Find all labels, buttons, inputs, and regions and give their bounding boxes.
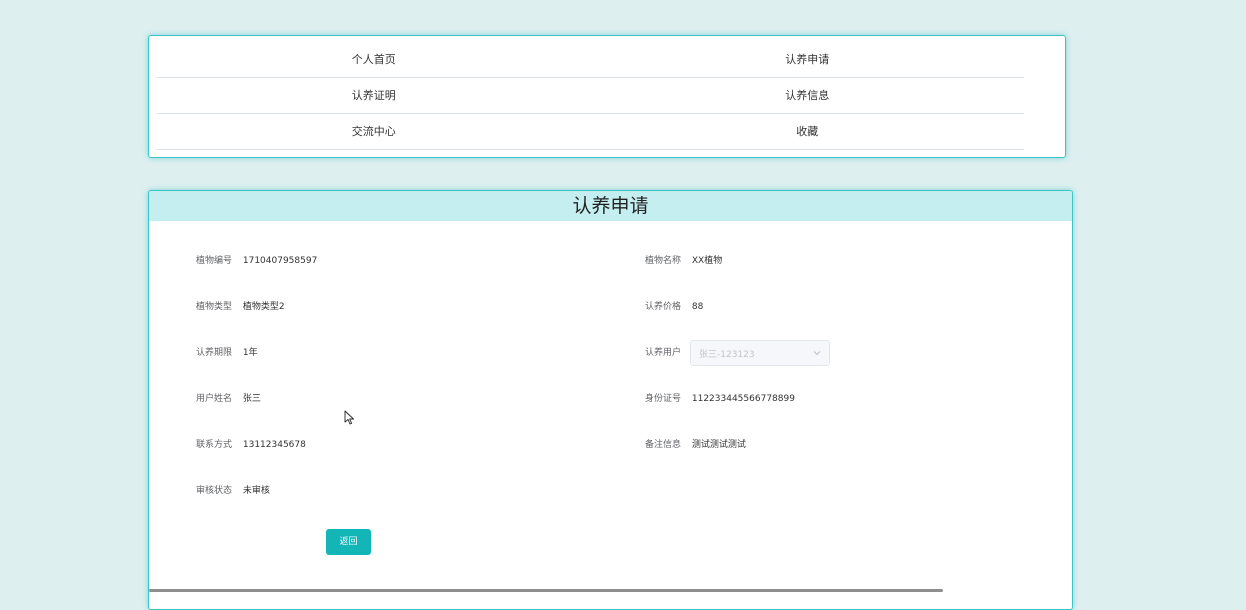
plant-type-value: 植物类型2 bbox=[242, 302, 285, 312]
field-id-card: 身份证号 112233445566778899 bbox=[645, 392, 795, 406]
field-plant-id: 植物编号 1710407958597 bbox=[196, 254, 317, 268]
field-plant-type: 植物类型 植物类型2 bbox=[196, 300, 285, 314]
status-label: 审核状态 bbox=[196, 486, 233, 496]
back-button[interactable]: 返回 bbox=[326, 529, 371, 555]
field-contact: 联系方式 13112345678 bbox=[196, 438, 306, 452]
contact-value: 13112345678 bbox=[242, 440, 306, 450]
field-price: 认养价格 88 bbox=[645, 300, 703, 314]
field-user: 认养用户 bbox=[645, 346, 689, 360]
user-name-label: 用户姓名 bbox=[196, 394, 233, 404]
price-label: 认养价格 bbox=[645, 302, 682, 312]
plant-name-label: 植物名称 bbox=[645, 256, 682, 266]
user-select[interactable]: 张三-123123 bbox=[690, 340, 830, 366]
chevron-down-icon bbox=[813, 351, 821, 356]
nav-card: 个人首页 认养申请 认养证明 认养信息 交流中心 收藏 bbox=[148, 35, 1066, 158]
id-card-label: 身份证号 bbox=[645, 394, 682, 404]
period-label: 认养期限 bbox=[196, 348, 233, 358]
nav-menu: 个人首页 认养申请 认养证明 认养信息 交流中心 收藏 bbox=[157, 42, 1024, 150]
user-name-value: 张三 bbox=[242, 394, 261, 404]
plant-id-value: 1710407958597 bbox=[242, 256, 318, 266]
user-label: 认养用户 bbox=[645, 348, 682, 358]
price-value: 88 bbox=[691, 302, 704, 312]
field-user-name: 用户姓名 张三 bbox=[196, 392, 261, 406]
adoption-form-card: 认养申请 植物编号 1710407958597 植物名称 XX植物 植物类型 植… bbox=[148, 190, 1073, 610]
period-value: 1年 bbox=[242, 348, 258, 358]
status-value: 未审核 bbox=[242, 486, 270, 496]
remark-value: 测试测试测试 bbox=[691, 440, 746, 450]
field-period: 认养期限 1年 bbox=[196, 346, 258, 360]
nav-item-adoption-info[interactable]: 认养信息 bbox=[590, 78, 1024, 114]
id-card-value: 112233445566778899 bbox=[691, 394, 795, 404]
remark-label: 备注信息 bbox=[645, 440, 682, 450]
user-select-value: 张三-123123 bbox=[699, 350, 755, 360]
contact-label: 联系方式 bbox=[196, 440, 233, 450]
field-plant-name: 植物名称 XX植物 bbox=[645, 254, 722, 268]
page-title: 认养申请 bbox=[149, 191, 1072, 221]
plant-id-label: 植物编号 bbox=[196, 256, 233, 266]
field-remark: 备注信息 测试测试测试 bbox=[645, 438, 746, 452]
nav-item-adoption-apply[interactable]: 认养申请 bbox=[590, 42, 1024, 78]
nav-item-exchange-center[interactable]: 交流中心 bbox=[157, 114, 591, 150]
nav-item-adoption-certificate[interactable]: 认养证明 bbox=[157, 78, 591, 114]
plant-name-value: XX植物 bbox=[691, 256, 723, 266]
mouse-cursor-icon bbox=[344, 410, 354, 425]
field-status: 审核状态 未审核 bbox=[196, 484, 270, 498]
nav-item-favorites[interactable]: 收藏 bbox=[590, 114, 1024, 150]
nav-item-personal-home[interactable]: 个人首页 bbox=[157, 42, 591, 78]
plant-type-label: 植物类型 bbox=[196, 302, 233, 312]
